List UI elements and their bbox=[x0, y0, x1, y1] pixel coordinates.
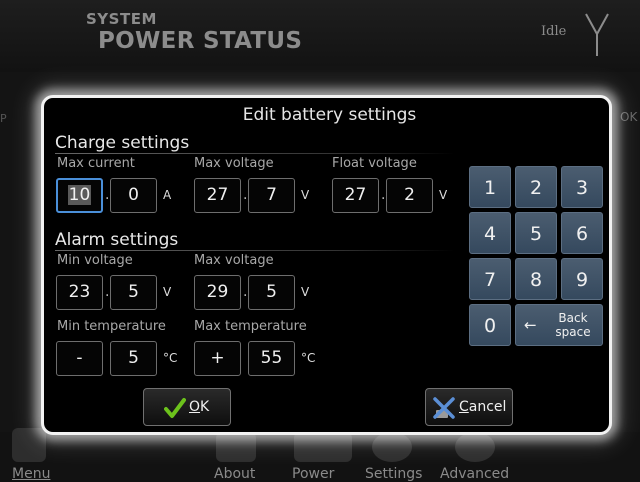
power-icon[interactable] bbox=[294, 432, 352, 462]
charge-settings-heading: Charge settings bbox=[55, 133, 190, 153]
min-temperature-label: Min temperature bbox=[57, 319, 166, 334]
keypad-key-3[interactable]: 3 bbox=[561, 166, 603, 208]
max-temperature-sign-toggle[interactable]: + bbox=[194, 341, 241, 376]
max-current-int-field[interactable]: 10 bbox=[56, 178, 103, 213]
keypad-key-4[interactable]: 4 bbox=[469, 212, 511, 254]
keypad-key-7[interactable]: 7 bbox=[469, 258, 511, 300]
backspace-label-line2: space bbox=[555, 325, 591, 339]
max-temperature-unit: °C bbox=[301, 351, 316, 365]
alarm-settings-heading: Alarm settings bbox=[55, 230, 179, 250]
decimal-point: . bbox=[105, 284, 110, 300]
decimal-point: . bbox=[105, 187, 110, 203]
min-voltage-label: Min voltage bbox=[57, 253, 133, 268]
min-voltage-unit: V bbox=[163, 285, 172, 299]
dialog-title: Edit battery settings bbox=[242, 105, 417, 125]
antenna-icon bbox=[585, 13, 609, 56]
about-icon[interactable] bbox=[216, 432, 256, 462]
keypad-key-6[interactable]: 6 bbox=[561, 212, 603, 254]
max-voltage-int-field[interactable]: 27 bbox=[194, 178, 241, 213]
min-temperature-sign-toggle[interactable]: - bbox=[56, 341, 103, 376]
max-temperature-field[interactable]: 55 bbox=[248, 341, 295, 376]
nav-power[interactable]: Power bbox=[292, 466, 334, 482]
status-text: Idle bbox=[541, 24, 567, 39]
charge-settings-divider bbox=[55, 153, 455, 154]
alarm-max-voltage-dec-field[interactable]: 5 bbox=[248, 275, 295, 310]
decimal-point: . bbox=[243, 284, 248, 300]
page-title: POWER STATUS bbox=[98, 28, 303, 54]
header-bar: SYSTEM POWER STATUS Idle bbox=[0, 0, 640, 72]
min-temperature-unit: °C bbox=[163, 351, 178, 365]
settings-icon[interactable] bbox=[372, 432, 412, 462]
system-label: SYSTEM bbox=[86, 10, 157, 28]
max-current-unit: A bbox=[163, 188, 172, 202]
nav-settings[interactable]: Settings bbox=[365, 466, 422, 482]
max-voltage-unit: V bbox=[301, 188, 310, 202]
float-voltage-int-field[interactable]: 27 bbox=[332, 178, 379, 213]
min-voltage-dec-field[interactable]: 5 bbox=[110, 275, 157, 310]
decimal-point: . bbox=[243, 187, 248, 203]
float-voltage-label: Float voltage bbox=[332, 156, 417, 171]
decimal-point: . bbox=[381, 187, 386, 203]
keypad-key-2[interactable]: 2 bbox=[515, 166, 557, 208]
ok-button[interactable]: OK bbox=[143, 388, 231, 426]
alarm-max-voltage-label: Max voltage bbox=[194, 253, 274, 268]
max-current-label: Max current bbox=[57, 156, 135, 171]
min-voltage-int-field[interactable]: 23 bbox=[56, 275, 103, 310]
float-voltage-dec-field[interactable]: 2 bbox=[386, 178, 433, 213]
min-temperature-field[interactable]: 5 bbox=[110, 341, 157, 376]
checkmark-icon bbox=[164, 398, 186, 418]
nav-menu[interactable]: Menu bbox=[12, 466, 50, 482]
keypad-key-5[interactable]: 5 bbox=[515, 212, 557, 254]
keypad-key-9[interactable]: 9 bbox=[561, 258, 603, 300]
max-temperature-label: Max temperature bbox=[194, 319, 307, 334]
max-current-dec-field[interactable]: 0 bbox=[110, 178, 157, 213]
ok-label-rest: K bbox=[200, 399, 210, 415]
keypad-key-0[interactable]: 0 bbox=[469, 304, 511, 346]
nav-about[interactable]: About bbox=[214, 466, 255, 482]
backspace-button[interactable]: ← Back space bbox=[515, 304, 603, 346]
ok-accel-key: O bbox=[189, 399, 201, 415]
keypad-key-1[interactable]: 1 bbox=[469, 166, 511, 208]
alarm-max-voltage-unit: V bbox=[301, 285, 310, 299]
max-voltage-label: Max voltage bbox=[194, 156, 274, 171]
edit-battery-dialog: Edit battery settings Charge settings Ma… bbox=[41, 95, 612, 435]
background-edge-text-left: P bbox=[0, 112, 7, 125]
cancel-accel-key: C bbox=[459, 399, 469, 415]
max-voltage-dec-field[interactable]: 7 bbox=[248, 178, 295, 213]
alarm-max-voltage-int-field[interactable]: 29 bbox=[194, 275, 241, 310]
float-voltage-unit: V bbox=[439, 188, 448, 202]
alarm-settings-divider bbox=[55, 250, 455, 251]
left-arrow-icon: ← bbox=[524, 316, 537, 334]
backspace-label-line1: Back bbox=[558, 311, 588, 325]
menu-icon[interactable] bbox=[12, 428, 46, 462]
cross-icon bbox=[433, 397, 455, 419]
cancel-button[interactable]: Cancel bbox=[425, 388, 513, 426]
cancel-label-rest: ancel bbox=[468, 399, 507, 415]
keypad-key-8[interactable]: 8 bbox=[515, 258, 557, 300]
nav-advanced[interactable]: Advanced bbox=[440, 466, 509, 482]
background-edge-text-right: OK bbox=[620, 110, 638, 124]
advanced-icon[interactable] bbox=[455, 432, 495, 462]
